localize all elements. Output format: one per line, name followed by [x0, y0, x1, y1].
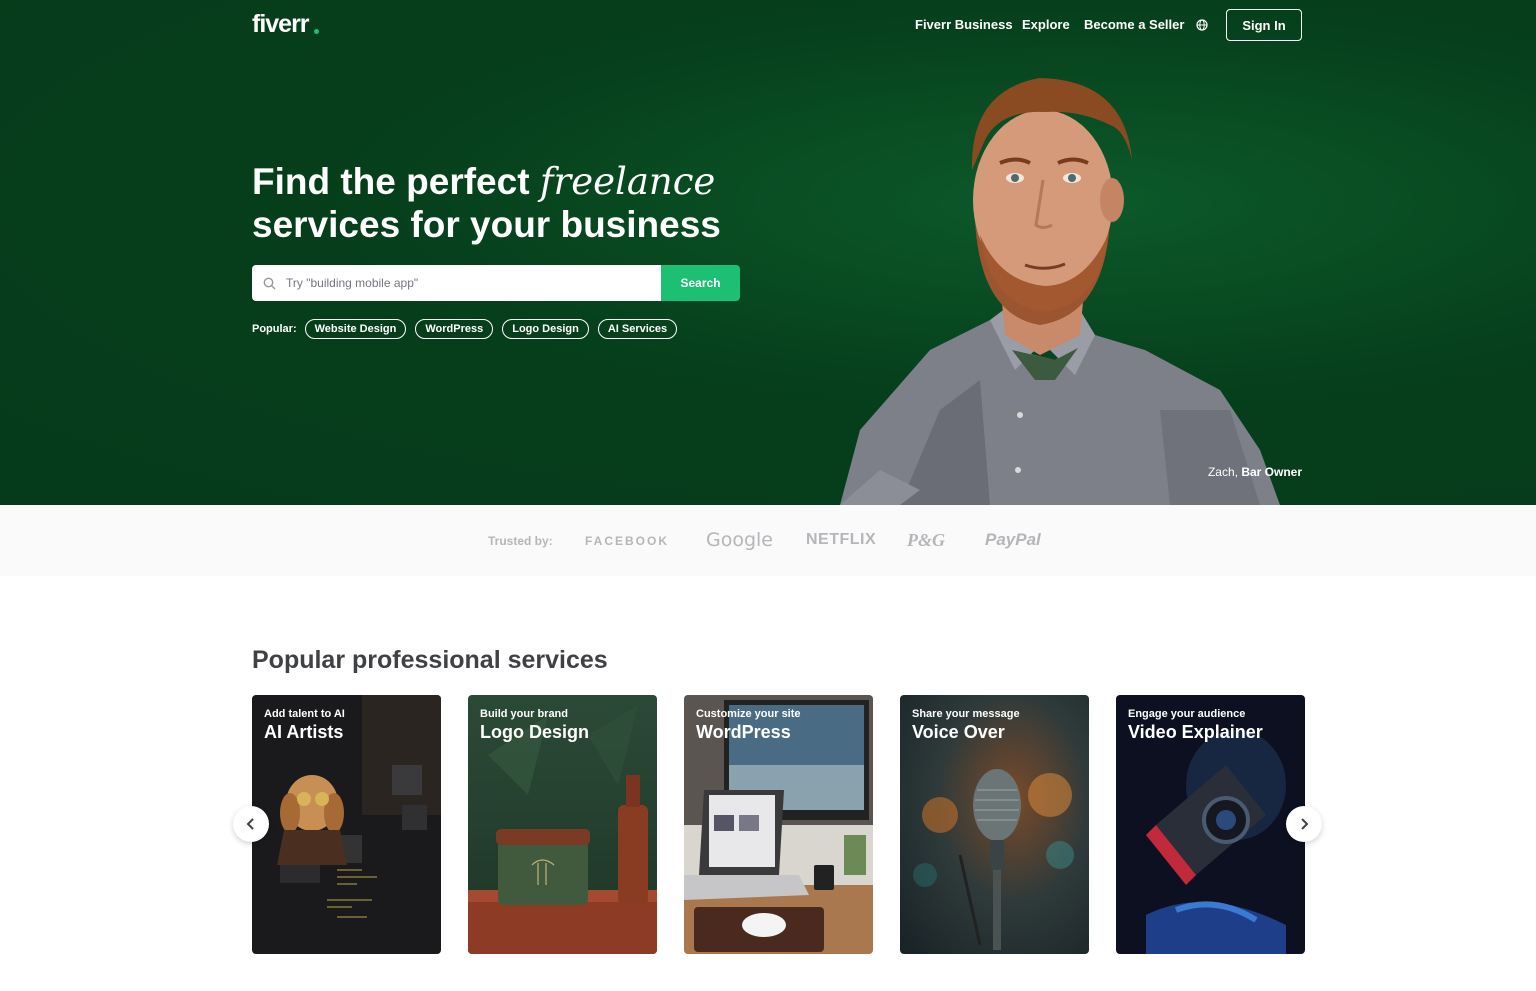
card-title: WordPress: [696, 722, 791, 742]
popular-label: Popular:: [252, 323, 297, 335]
card-subtitle: Share your message: [912, 708, 1020, 720]
nav-fiverr-business[interactable]: Fiverr Business: [915, 17, 1013, 32]
headline-part1: Find the perfect: [252, 161, 540, 202]
service-card-wordpress[interactable]: Customize your site WordPress: [684, 695, 873, 954]
carousel-next-button[interactable]: [1286, 806, 1322, 842]
popular-tags: Popular: Website Design WordPress Logo D…: [252, 319, 686, 339]
brand-netflix: NETFLIX: [806, 531, 877, 548]
service-card-voice-over[interactable]: Share your message Voice Over: [900, 695, 1089, 954]
chevron-right-icon: [1301, 818, 1309, 830]
brand-paypal: PayPal: [985, 530, 1041, 549]
card-subtitle: Build your brand: [480, 708, 568, 720]
top-navigation: fiverr Fiverr Business Explore Become a …: [0, 0, 1536, 50]
search-input[interactable]: [252, 265, 661, 301]
fiverr-logo[interactable]: fiverr: [252, 10, 310, 39]
caption-name: Zach,: [1207, 465, 1242, 479]
chevron-left-icon: [246, 818, 254, 830]
headline-part2: services for your business: [252, 204, 721, 245]
hero-headline: Find the perfect freelance services for …: [252, 160, 772, 246]
caption-role: Bar Owner: [1241, 465, 1302, 479]
brand-google: Google: [706, 529, 774, 551]
hero-caption: Zach, Bar Owner: [1208, 465, 1302, 479]
hero-section: fiverr Fiverr Business Explore Become a …: [0, 0, 1536, 505]
nav-explore[interactable]: Explore: [1022, 17, 1070, 32]
card-subtitle: Add talent to AI: [264, 708, 345, 720]
brand-facebook: FACEBOOK: [585, 534, 670, 548]
headline-italic: freelance: [539, 160, 716, 203]
popular-tag-ai-services[interactable]: AI Services: [597, 319, 678, 339]
nav-become-seller[interactable]: Become a Seller: [1084, 17, 1184, 32]
popular-tag-logo-design[interactable]: Logo Design: [502, 319, 589, 339]
card-title: Voice Over: [912, 722, 1005, 742]
globe-icon[interactable]: [1196, 19, 1208, 31]
trusted-by-label: Trusted by:: [488, 534, 553, 548]
brand-pg: P&G: [907, 530, 945, 550]
service-card-logo-design[interactable]: Build your brand Logo Design: [468, 695, 657, 954]
service-card-video-explainer[interactable]: Engage your audience Video Explainer: [1116, 695, 1305, 954]
card-subtitle: Customize your site: [696, 708, 801, 720]
search-button[interactable]: Search: [661, 265, 740, 301]
logo-dot: [314, 29, 319, 34]
card-title: Logo Design: [480, 722, 589, 742]
section-title: Popular professional services: [252, 646, 608, 674]
carousel-prev-button[interactable]: [233, 806, 269, 842]
hero-person-image: [840, 78, 1280, 505]
search-icon: [263, 277, 276, 290]
card-title: Video Explainer: [1128, 722, 1263, 742]
popular-tag-website-design[interactable]: Website Design: [304, 319, 407, 339]
sign-in-button[interactable]: Sign In: [1226, 9, 1302, 41]
search-bar: Search: [252, 265, 740, 301]
card-title: AI Artists: [264, 722, 344, 742]
service-card-ai-artists[interactable]: Add talent to AI AI Artists: [252, 695, 441, 954]
card-subtitle: Engage your audience: [1128, 708, 1246, 720]
popular-tag-wordpress[interactable]: WordPress: [415, 319, 494, 339]
